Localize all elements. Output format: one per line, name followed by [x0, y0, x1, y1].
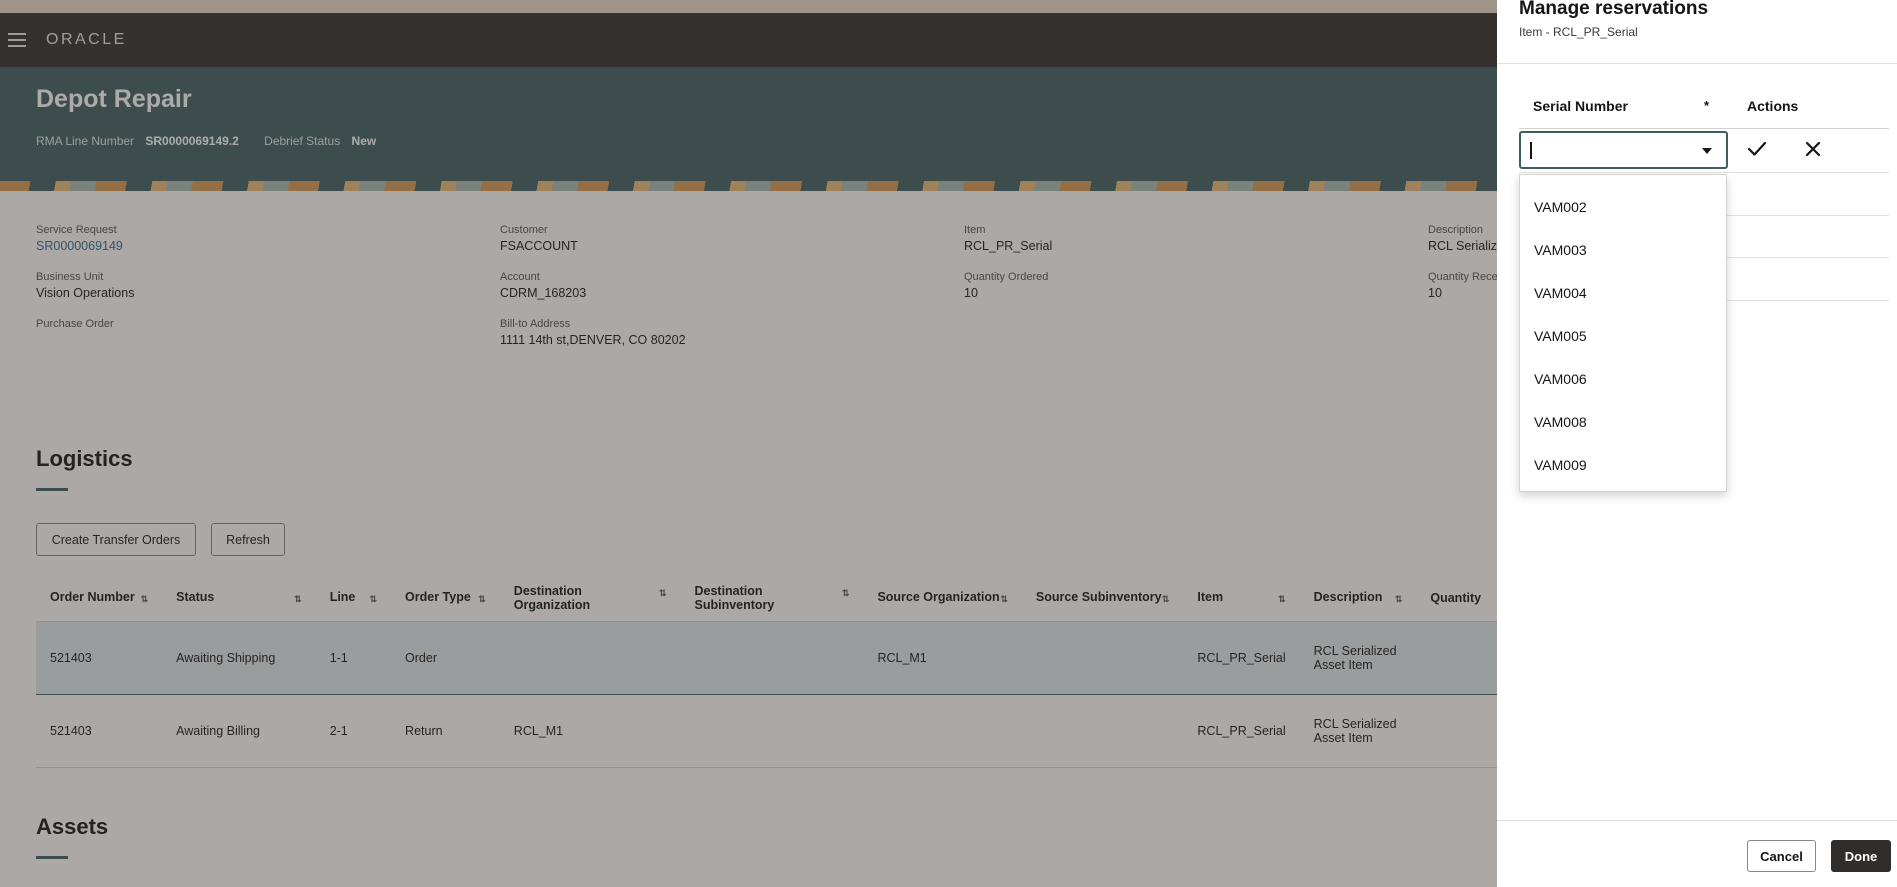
listbox-option[interactable]: VAM006 — [1520, 358, 1726, 401]
serial-number-combobox[interactable] — [1519, 131, 1728, 169]
listbox-option[interactable]: VAM002 — [1520, 186, 1726, 229]
serial-number-listbox: VAM002 VAM003 VAM004 VAM005 VAM006 VAM00… — [1519, 174, 1727, 492]
listbox-option[interactable]: VAM005 — [1520, 315, 1726, 358]
modal-scrim[interactable] — [0, 0, 1497, 887]
manage-reservations-drawer: Manage reservations Item - RCL_PR_Serial… — [1497, 0, 1897, 887]
drawer-divider — [1497, 63, 1897, 64]
drawer-footer-divider — [1497, 820, 1897, 821]
serial-number-header: Serial Number — [1533, 98, 1628, 114]
listbox-option[interactable]: VAM009 — [1520, 444, 1726, 487]
serial-number-input[interactable] — [1529, 140, 1689, 160]
listbox-option[interactable]: VAM004 — [1520, 272, 1726, 315]
close-icon[interactable] — [1800, 136, 1826, 162]
row-divider — [1519, 172, 1889, 173]
listbox-option[interactable]: VAM003 — [1520, 229, 1726, 272]
listbox-option[interactable]: VAM008 — [1520, 401, 1726, 444]
reservations-table-header: Serial Number * Actions — [1519, 87, 1889, 129]
actions-header: Actions — [1747, 98, 1799, 114]
cancel-button[interactable]: Cancel — [1747, 840, 1816, 872]
required-marker: * — [1704, 98, 1710, 113]
check-icon[interactable] — [1744, 136, 1770, 162]
dropdown-arrow-icon[interactable] — [1702, 148, 1712, 154]
text-cursor — [1530, 142, 1532, 159]
drawer-title: Manage reservations — [1519, 0, 1709, 19]
drawer-subtitle: Item - RCL_PR_Serial — [1519, 25, 1638, 39]
done-button[interactable]: Done — [1831, 840, 1891, 872]
